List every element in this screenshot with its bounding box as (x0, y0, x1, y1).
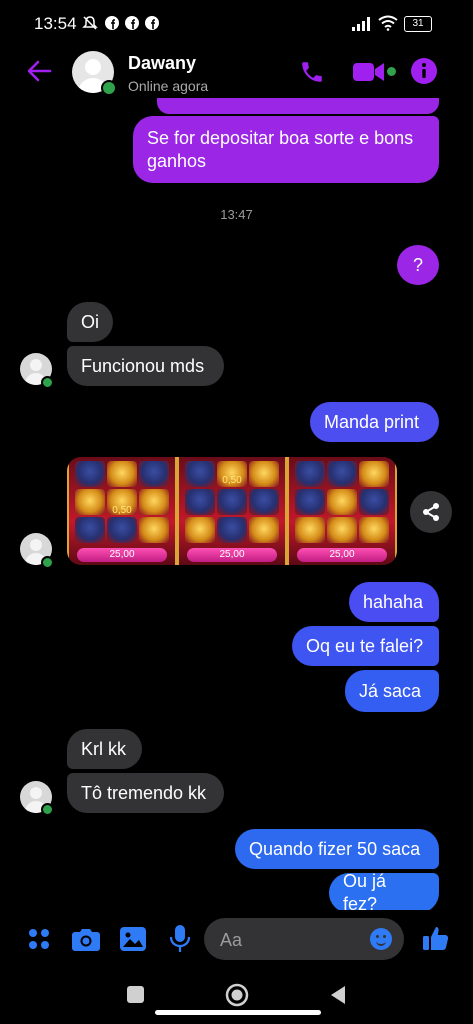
phone-icon[interactable] (299, 59, 325, 85)
slot-panel: 25,00 (287, 457, 397, 565)
message-bubble-partial[interactable] (157, 98, 439, 114)
online-status-dot (101, 80, 117, 96)
contact-status: Online agora (128, 78, 209, 94)
muted-notification-icon (82, 16, 98, 30)
online-status-dot (41, 376, 54, 389)
message-bubble-outgoing[interactable]: Ou já fez? (329, 871, 439, 914)
recent-apps-icon[interactable] (127, 986, 144, 1003)
chat-header (0, 48, 473, 98)
facebook-notification-icon (105, 16, 119, 30)
info-icon[interactable] (411, 58, 437, 84)
back-triangle-icon[interactable] (329, 985, 347, 1005)
message-bubble-outgoing[interactable]: Oq eu te falei? (292, 626, 439, 666)
apps-grid-icon[interactable] (28, 928, 50, 950)
message-bubble-outgoing[interactable]: Já saca (345, 670, 439, 712)
message-bubble-incoming[interactable]: Tô tremendo kk (67, 773, 224, 813)
message-bubble-outgoing[interactable]: Quando fizer 50 saca (235, 829, 439, 869)
status-bar: 13:54 31 (0, 0, 473, 48)
win-amount-label: 25,00 (297, 548, 387, 562)
share-icon (423, 503, 439, 521)
like-thumb-icon[interactable] (423, 925, 449, 951)
battery-indicator: 31 (404, 16, 432, 32)
message-text: Manda print (324, 411, 420, 432)
message-bubble-incoming[interactable]: Krl kk (67, 729, 142, 769)
facebook-notification-icon (125, 16, 139, 30)
camera-icon[interactable] (72, 927, 100, 951)
message-bubble-incoming[interactable]: Funcionou mds (67, 346, 224, 386)
video-active-dot (387, 67, 396, 76)
arrow-left-icon[interactable] (26, 60, 52, 82)
microphone-icon[interactable] (170, 925, 190, 953)
slot-game-screenshot-image[interactable]: 0,50 25,00 0,50 25,00 25,00 (67, 457, 397, 565)
message-bubble-outgoing[interactable]: ? (397, 245, 439, 285)
message-bubble-outgoing[interactable]: Manda print (310, 402, 439, 442)
share-button[interactable] (410, 491, 452, 533)
message-text: Já saca (359, 680, 422, 701)
video-camera-icon[interactable] (353, 61, 385, 83)
facebook-notification-icon (145, 16, 159, 30)
message-timestamp: 13:47 (220, 207, 253, 222)
wifi-icon (378, 15, 398, 31)
message-text: Oq eu te falei? (306, 635, 424, 656)
message-text: Funcionou mds (81, 355, 205, 376)
message-input[interactable] (218, 918, 362, 962)
message-bubble-incoming[interactable]: Oi (67, 302, 113, 342)
message-text: Se for depositar boa sorte e bons ganhos (147, 127, 414, 171)
slot-panel: 0,50 25,00 (67, 457, 177, 565)
message-text: Quando fizer 50 saca (249, 838, 421, 859)
win-amount-label: 25,00 (77, 548, 167, 562)
gallery-icon[interactable] (120, 927, 146, 951)
online-status-dot (41, 556, 54, 569)
message-text: ? (412, 254, 423, 275)
emoji-icon[interactable] (370, 928, 392, 950)
multiplier-label: 0,50 (222, 475, 242, 486)
signal-strength-icon (352, 17, 370, 31)
win-amount-label: 25,00 (187, 548, 277, 562)
message-bubble-outgoing[interactable]: Se for depositar boa sorte e bons ganhos (133, 116, 439, 183)
multiplier-label: 0,50 (112, 505, 132, 516)
slot-panel: 0,50 25,00 (177, 457, 287, 565)
status-time: 13:54 (34, 14, 77, 33)
online-status-dot (41, 803, 54, 816)
gesture-handle (155, 1010, 321, 1015)
message-text: Oi (81, 311, 99, 332)
message-text: Tô tremendo kk (81, 782, 207, 803)
message-bubble-outgoing[interactable]: hahaha (349, 582, 439, 622)
contact-name[interactable]: Dawany (128, 53, 196, 74)
home-icon[interactable] (225, 983, 249, 1007)
message-text: Krl kk (81, 738, 126, 759)
message-text: hahaha (363, 591, 424, 612)
